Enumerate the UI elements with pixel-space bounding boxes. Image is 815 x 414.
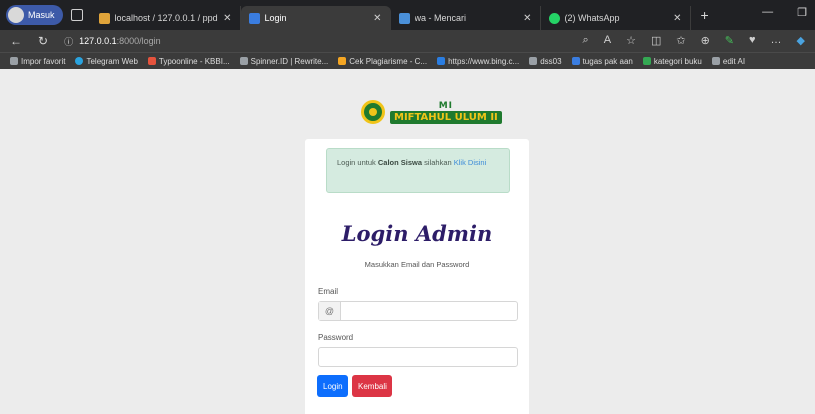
email-field[interactable] [341,302,517,320]
page-subtitle: Masukkan Email dan Password [364,260,470,269]
close-tab-icon[interactable]: ✕ [223,13,231,24]
bookmark-item[interactable]: dss03 [529,56,562,66]
bookmark-item[interactable]: Typoonline - KBBI... [147,56,230,66]
window-controls: — ❐ [762,6,807,19]
bookmark-label: kategori buku [653,56,702,66]
plagiarism-icon [338,57,347,65]
close-tab-icon[interactable]: ✕ [373,13,381,24]
tab-phpmyadmin[interactable]: localhost / 127.0.0.1 / ppdb | ph ✕ [91,6,241,30]
bookmark-label: Cek Plagiarisme - C... [349,56,428,66]
bookmark-green-icon [642,57,651,65]
bookmark-item[interactable]: kategori buku [642,56,702,66]
back-button[interactable]: Kembali [352,375,392,397]
address-bar: ← ↻ ⓘ 127.0.0.1:8000/login ⌕ A ☆ ◫ ✩ ⊕ ✎… [0,30,815,52]
page-icon [239,57,248,65]
read-aloud-icon[interactable]: A [604,34,611,47]
tab-title: (2) WhatsApp [564,13,620,23]
page-icon [529,57,538,65]
alert-prefix: Login untuk [337,158,378,167]
bookmark-blue-icon [571,57,580,65]
url-field[interactable]: ⓘ 127.0.0.1:8000/login [64,35,161,48]
bookmark-item[interactable]: edit AI [711,56,746,66]
copilot-icon[interactable]: ◆ [797,34,805,47]
bookmark-item[interactable]: Telegram Web [75,56,138,66]
minimize-icon[interactable]: — [762,6,773,19]
email-input-group: @ [318,301,518,321]
more-menu-icon[interactable]: … [771,34,782,47]
login-card: Login untuk Calon Siswa silahkan Klik Di… [305,139,529,414]
tab-title: Login [264,13,287,23]
profile-button[interactable]: Masuk [6,5,63,25]
bing-icon [437,57,446,65]
collections-icon[interactable]: ⊕ [701,34,710,47]
workspaces-icon[interactable] [70,9,83,21]
bookmark-label: tugas pak aan [582,56,633,66]
email-label: Email [318,287,339,296]
url-host: 127.0.0.1 [79,36,117,46]
password-field[interactable] [318,347,518,367]
favorite-star-icon[interactable]: ☆ [626,34,636,47]
bookmark-item[interactable]: tugas pak aan [571,56,633,66]
login-button[interactable]: Login [317,375,348,397]
back-arrow-icon[interactable]: ← [10,34,22,48]
page-title: Login Admin [341,221,493,246]
bookmark-item[interactable]: Cek Plagiarisme - C... [338,57,427,66]
tab-title: wa - Mencari [414,13,467,23]
bookmark-label: Telegram Web [86,56,138,66]
alert-bold: Calon Siswa [377,158,423,167]
toolbar-icons: ⌕ A ☆ ◫ ✩ ⊕ ✎ ♥ … ◆ [583,34,805,47]
maximize-icon[interactable]: ❐ [797,6,807,19]
tab-title: localhost / 127.0.0.1 / ppdb | ph [114,13,219,23]
bookmarks-bar: Impor favorit Telegram Web Typoonline - … [0,52,815,69]
tab-whatsapp[interactable]: (2) WhatsApp ✕ [541,6,691,30]
close-tab-icon[interactable]: ✕ [523,13,531,24]
whatsapp-favicon-icon [548,12,560,24]
reload-icon[interactable]: ↻ [38,34,48,48]
bookmark-label: Impor favorit [21,56,66,66]
logo-text: MI MIFTAHUL ULUM II [390,101,502,124]
split-screen-icon[interactable]: ◫ [651,34,661,47]
favorites-icon[interactable]: ✩ [676,34,685,47]
bookmark-item[interactable]: Impor favorit [10,57,65,66]
bookmark-label: edit AI [722,56,746,66]
bookmark-item[interactable]: https://www.bing.c... [437,57,519,66]
import-icon [10,57,18,65]
profile-label: Masuk [28,10,55,20]
typoonline-icon [147,57,156,65]
browser-tab-bar: Masuk localhost / 127.0.0.1 / ppdb | ph … [0,0,815,30]
alert-middle: silahkan [422,158,454,167]
phpmyadmin-favicon-icon [98,12,110,24]
bookmark-item[interactable]: Spinner.ID | Rewrite... [239,56,329,66]
student-login-alert: Login untuk Calon Siswa silahkan Klik Di… [326,148,510,193]
tab-search[interactable]: wa - Mencari ✕ [391,6,541,30]
bookmark-label: dss03 [540,56,562,66]
password-label: Password [318,333,354,342]
extension-icon[interactable]: ✎ [725,34,734,47]
search-favicon-icon [398,12,410,24]
telegram-icon [75,57,84,65]
student-login-link[interactable]: Klik Disini [454,158,487,167]
bookmark-label: Spinner.ID | Rewrite... [250,56,329,66]
info-icon[interactable]: ⓘ [64,35,73,48]
bookmark-label: https://www.bing.c... [448,56,520,66]
zoom-icon[interactable]: ⌕ [583,34,589,47]
school-logo: MI MIFTAHUL ULUM II [361,100,502,124]
login-favicon-icon [248,12,260,24]
new-tab-button[interactable]: + [701,7,709,23]
tab-login[interactable]: Login ✕ [240,6,391,30]
logo-line2: MIFTAHUL ULUM II [390,110,502,124]
shield-icon[interactable]: ♥ [749,34,756,47]
page-icon [711,57,720,65]
bookmark-label: Typoonline - KBBI... [158,56,230,66]
logo-line1: MI [438,100,454,111]
url-path: :8000/login [116,36,161,46]
avatar [8,7,24,23]
at-sign-icon: @ [319,302,341,320]
school-emblem-icon [361,100,385,124]
close-tab-icon[interactable]: ✕ [673,13,681,24]
